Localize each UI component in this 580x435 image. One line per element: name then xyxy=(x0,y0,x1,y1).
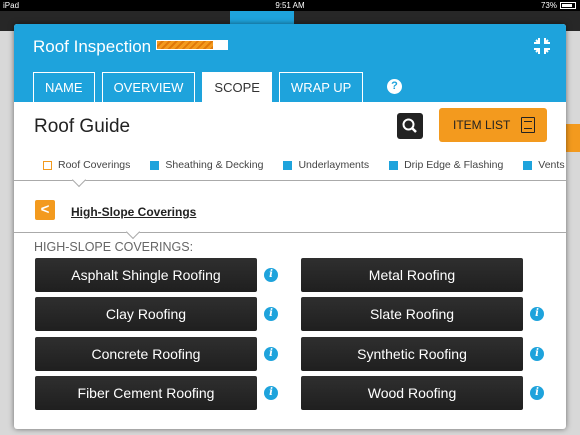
status-bar: iPad 9:51 AM 73% xyxy=(0,0,580,11)
info-icon[interactable]: i xyxy=(530,386,544,400)
category-roof-coverings[interactable]: Roof Coverings xyxy=(43,159,130,171)
search-icon xyxy=(402,118,417,133)
help-icon[interactable]: ? xyxy=(387,79,402,94)
category-marker xyxy=(43,160,52,170)
category-label: Roof Coverings xyxy=(58,159,131,171)
category-marker xyxy=(523,160,533,170)
list-icon xyxy=(521,117,535,133)
info-icon[interactable]: i xyxy=(530,307,544,321)
covering-button-concrete[interactable]: Concrete Roofing xyxy=(35,337,257,371)
battery-percent: 73% xyxy=(540,1,557,10)
category-label: Sheathing & Decking xyxy=(165,159,264,171)
category-label: Drip Edge & Flashing xyxy=(404,159,504,171)
category-nav: Roof Coverings Sheathing & Decking Under… xyxy=(43,159,566,171)
page-title: Roof Guide xyxy=(34,116,131,137)
covering-button-synthetic[interactable]: Synthetic Roofing xyxy=(301,337,523,371)
modal-header: Roof Inspection NAME OVERVIEW SCOPE WRAP… xyxy=(14,24,566,102)
category-label: Vents & F xyxy=(538,159,566,171)
search-button[interactable] xyxy=(397,113,423,139)
category-marker xyxy=(283,160,293,170)
item-list-button[interactable]: ITEM LIST xyxy=(439,108,547,142)
category-sheathing-decking[interactable]: Sheathing & Decking xyxy=(150,159,263,171)
tab-overview[interactable]: OVERVIEW xyxy=(101,72,196,102)
info-icon[interactable]: i xyxy=(264,347,278,361)
battery-indicator: 73% xyxy=(541,0,576,11)
covering-button-clay[interactable]: Clay Roofing xyxy=(35,297,257,331)
covering-button-slate[interactable]: Slate Roofing xyxy=(301,297,523,331)
category-vents[interactable]: Vents & F xyxy=(523,159,566,171)
category-label: Underlayments xyxy=(298,159,370,171)
category-drip-edge-flashing[interactable]: Drip Edge & Flashing xyxy=(389,159,503,171)
item-list-label: ITEM LIST xyxy=(453,118,511,132)
active-pointer xyxy=(125,224,141,240)
info-icon[interactable]: i xyxy=(264,386,278,400)
divider xyxy=(14,180,566,181)
background-button xyxy=(566,124,580,152)
tab-name[interactable]: NAME xyxy=(33,72,95,102)
progress-bar xyxy=(156,40,228,50)
back-button[interactable]: < xyxy=(35,200,55,220)
covering-button-asphalt-shingle[interactable]: Asphalt Shingle Roofing xyxy=(35,258,257,292)
collapse-icon[interactable] xyxy=(533,37,551,55)
clock: 9:51 AM xyxy=(275,1,305,10)
active-pointer xyxy=(71,172,87,188)
info-icon[interactable]: i xyxy=(264,268,278,282)
tab-scope[interactable]: SCOPE xyxy=(202,72,272,102)
modal-title: Roof Inspection xyxy=(33,37,152,56)
info-icon[interactable]: i xyxy=(264,307,278,321)
progress-fill xyxy=(157,41,213,49)
tab-bar: NAME OVERVIEW SCOPE WRAP UP xyxy=(33,72,364,102)
roof-guide-modal: Roof Inspection NAME OVERVIEW SCOPE WRAP… xyxy=(14,24,566,429)
section-heading: HIGH-SLOPE COVERINGS: xyxy=(34,240,194,254)
category-marker xyxy=(150,160,160,170)
info-icon[interactable]: i xyxy=(530,347,544,361)
covering-button-wood[interactable]: Wood Roofing xyxy=(301,376,523,410)
divider xyxy=(14,232,566,233)
category-marker xyxy=(389,160,399,170)
breadcrumb-link[interactable]: High-Slope Coverings xyxy=(71,205,196,219)
tab-wrap-up[interactable]: WRAP UP xyxy=(278,72,364,102)
covering-button-metal[interactable]: Metal Roofing xyxy=(301,258,523,292)
battery-icon xyxy=(560,2,576,9)
category-underlayments[interactable]: Underlayments xyxy=(283,159,369,171)
covering-button-fiber-cement[interactable]: Fiber Cement Roofing xyxy=(35,376,257,410)
